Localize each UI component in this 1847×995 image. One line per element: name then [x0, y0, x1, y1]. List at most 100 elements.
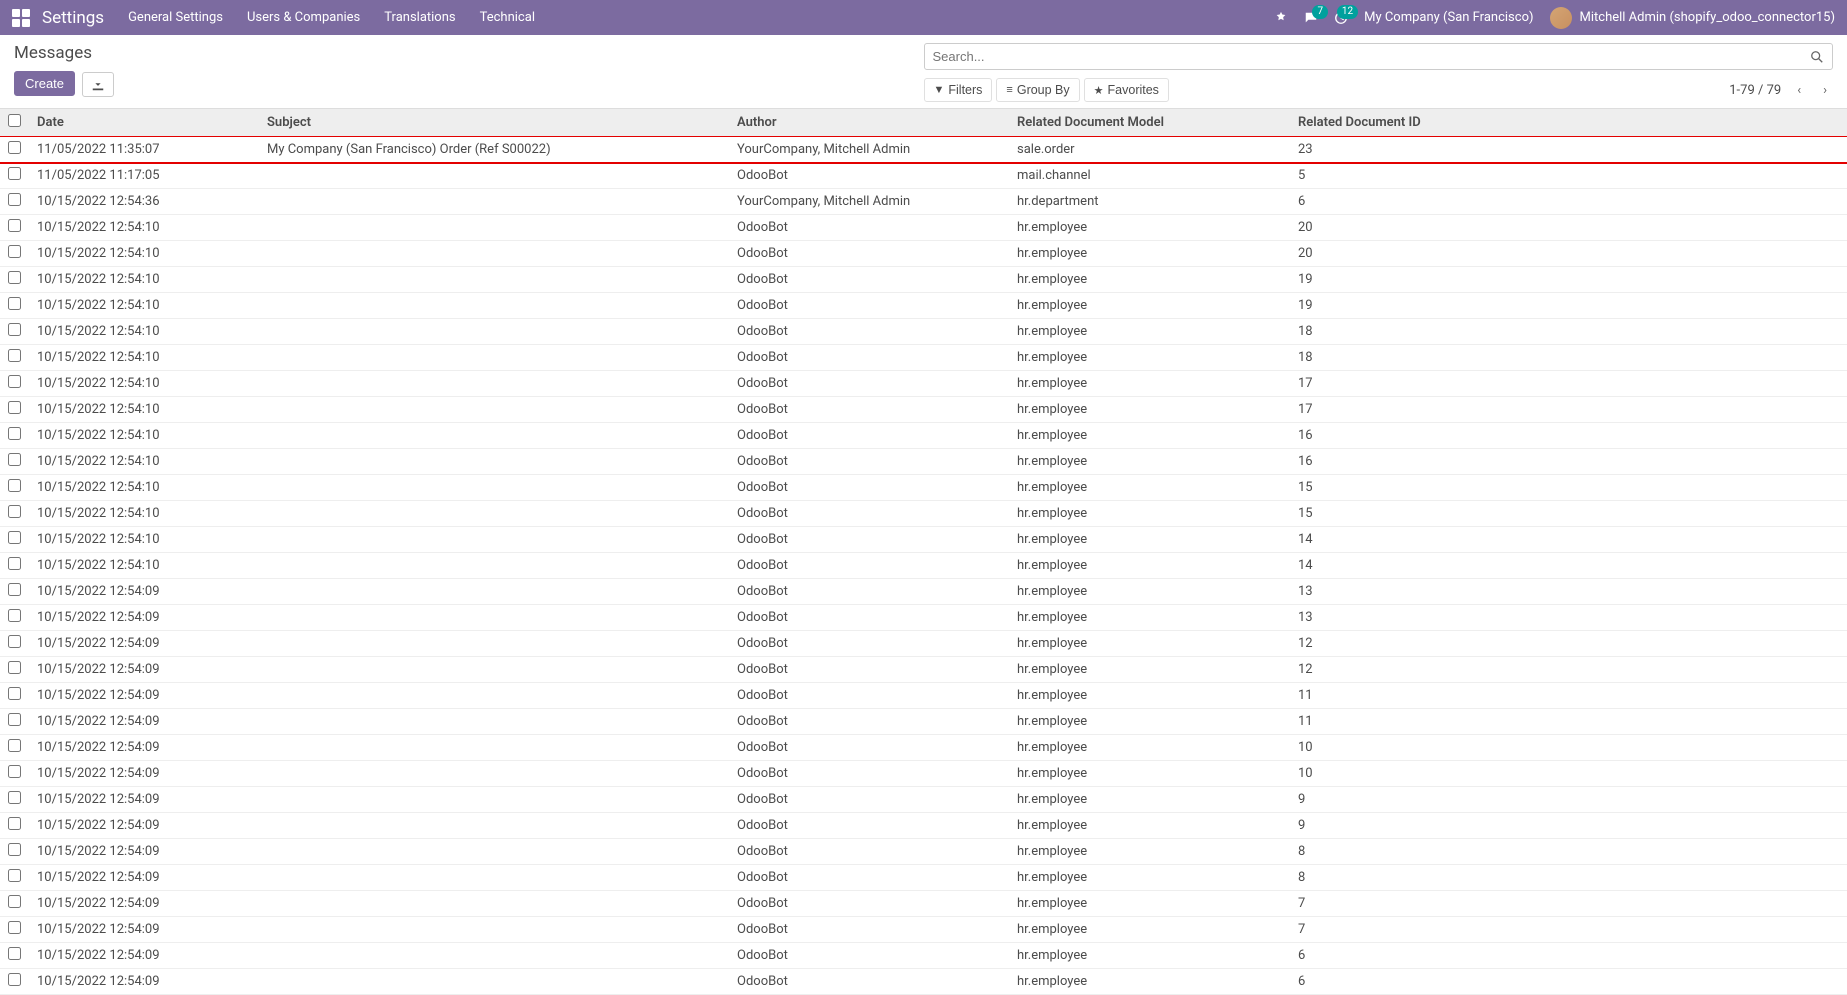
filters-toggle[interactable]: ▼Filters	[924, 78, 993, 102]
table-row[interactable]: 10/15/2022 12:54:09OdooBothr.employee6	[0, 943, 1847, 969]
header-model[interactable]: Related Document Model	[1009, 109, 1290, 137]
header-date[interactable]: Date	[29, 109, 259, 137]
cell-author: OdooBot	[729, 241, 1009, 267]
row-checkbox[interactable]	[8, 635, 21, 648]
groupby-toggle[interactable]: ≡Group By	[996, 78, 1079, 102]
row-checkbox[interactable]	[8, 141, 21, 154]
row-checkbox[interactable]	[8, 739, 21, 752]
table-row[interactable]: 10/15/2022 12:54:10OdooBothr.employee15	[0, 501, 1847, 527]
messages-icon[interactable]: 7	[1304, 11, 1318, 25]
cell-subject	[259, 397, 729, 423]
row-checkbox[interactable]	[8, 843, 21, 856]
table-row[interactable]: 10/15/2022 12:54:10OdooBothr.employee19	[0, 267, 1847, 293]
row-checkbox[interactable]	[8, 401, 21, 414]
table-row[interactable]: 11/05/2022 11:35:07My Company (San Franc…	[0, 137, 1847, 163]
row-checkbox[interactable]	[8, 375, 21, 388]
select-all-checkbox[interactable]	[8, 114, 21, 127]
list-icon: ≡	[1006, 84, 1012, 96]
table-row[interactable]: 10/15/2022 12:54:10OdooBothr.employee17	[0, 397, 1847, 423]
row-checkbox[interactable]	[8, 609, 21, 622]
row-checkbox[interactable]	[8, 245, 21, 258]
pager-next[interactable]: ›	[1817, 81, 1833, 100]
row-checkbox[interactable]	[8, 973, 21, 986]
table-row[interactable]: 10/15/2022 12:54:10OdooBothr.employee19	[0, 293, 1847, 319]
table-row[interactable]: 11/05/2022 11:17:05OdooBotmail.channel5	[0, 163, 1847, 189]
header-subject[interactable]: Subject	[259, 109, 729, 137]
row-checkbox[interactable]	[8, 297, 21, 310]
table-row[interactable]: 10/15/2022 12:54:10OdooBothr.employee20	[0, 241, 1847, 267]
apps-icon[interactable]	[12, 9, 30, 27]
nav-technical[interactable]: Technical	[480, 10, 535, 25]
row-checkbox[interactable]	[8, 817, 21, 830]
table-row[interactable]: 10/15/2022 12:54:09OdooBothr.employee6	[0, 969, 1847, 995]
header-id[interactable]: Related Document ID	[1290, 109, 1847, 137]
table-row[interactable]: 10/15/2022 12:54:09OdooBothr.employee9	[0, 787, 1847, 813]
table-row[interactable]: 10/15/2022 12:54:36YourCompany, Mitchell…	[0, 189, 1847, 215]
row-checkbox[interactable]	[8, 427, 21, 440]
table-row[interactable]: 10/15/2022 12:54:09OdooBothr.employee10	[0, 761, 1847, 787]
row-checkbox[interactable]	[8, 661, 21, 674]
row-checkbox[interactable]	[8, 765, 21, 778]
row-checkbox[interactable]	[8, 531, 21, 544]
row-checkbox[interactable]	[8, 791, 21, 804]
table-row[interactable]: 10/15/2022 12:54:09OdooBothr.employee10	[0, 735, 1847, 761]
row-checkbox[interactable]	[8, 687, 21, 700]
row-checkbox[interactable]	[8, 505, 21, 518]
favorites-toggle[interactable]: ★Favorites	[1084, 78, 1169, 102]
row-checkbox[interactable]	[8, 453, 21, 466]
table-row[interactable]: 10/15/2022 12:54:09OdooBothr.employee11	[0, 709, 1847, 735]
debug-icon[interactable]	[1274, 11, 1288, 25]
nav-general-settings[interactable]: General Settings	[128, 10, 223, 25]
table-row[interactable]: 10/15/2022 12:54:09OdooBothr.employee9	[0, 813, 1847, 839]
row-checkbox[interactable]	[8, 479, 21, 492]
row-checkbox[interactable]	[8, 349, 21, 362]
row-checkbox[interactable]	[8, 219, 21, 232]
export-button[interactable]	[82, 72, 114, 97]
table-row[interactable]: 10/15/2022 12:54:10OdooBothr.employee20	[0, 215, 1847, 241]
table-row[interactable]: 10/15/2022 12:54:09OdooBothr.employee13	[0, 579, 1847, 605]
table-row[interactable]: 10/15/2022 12:54:09OdooBothr.employee7	[0, 917, 1847, 943]
row-checkbox[interactable]	[8, 323, 21, 336]
nav-users-companies[interactable]: Users & Companies	[247, 10, 360, 25]
table-row[interactable]: 10/15/2022 12:54:10OdooBothr.employee14	[0, 527, 1847, 553]
pager-count[interactable]: 1-79 / 79	[1729, 83, 1781, 98]
table-row[interactable]: 10/15/2022 12:54:10OdooBothr.employee16	[0, 423, 1847, 449]
row-checkbox[interactable]	[8, 193, 21, 206]
row-checkbox[interactable]	[8, 557, 21, 570]
table-row[interactable]: 10/15/2022 12:54:09OdooBothr.employee8	[0, 839, 1847, 865]
row-checkbox[interactable]	[8, 167, 21, 180]
table-row[interactable]: 10/15/2022 12:54:10OdooBothr.employee16	[0, 449, 1847, 475]
search-input[interactable]	[925, 44, 1803, 69]
create-button[interactable]: Create	[14, 71, 75, 96]
row-checkbox[interactable]	[8, 895, 21, 908]
cell-subject	[259, 891, 729, 917]
header-author[interactable]: Author	[729, 109, 1009, 137]
app-brand[interactable]: Settings	[42, 8, 104, 28]
activities-icon[interactable]: 12	[1334, 11, 1348, 25]
table-row[interactable]: 10/15/2022 12:54:09OdooBothr.employee7	[0, 891, 1847, 917]
table-row[interactable]: 10/15/2022 12:54:10OdooBothr.employee18	[0, 319, 1847, 345]
row-checkbox[interactable]	[8, 713, 21, 726]
search-icon[interactable]	[1802, 45, 1832, 68]
table-row[interactable]: 10/15/2022 12:54:09OdooBothr.employee11	[0, 683, 1847, 709]
table-row[interactable]: 10/15/2022 12:54:09OdooBothr.employee12	[0, 631, 1847, 657]
nav-translations[interactable]: Translations	[384, 10, 455, 25]
user-menu[interactable]: Mitchell Admin (shopify_odoo_connector15…	[1550, 7, 1835, 29]
row-checkbox[interactable]	[8, 271, 21, 284]
pager-prev[interactable]: ‹	[1791, 81, 1807, 100]
table-row[interactable]: 10/15/2022 12:54:10OdooBothr.employee18	[0, 345, 1847, 371]
row-checkbox[interactable]	[8, 921, 21, 934]
funnel-icon: ▼	[934, 84, 945, 96]
company-switcher[interactable]: My Company (San Francisco)	[1364, 10, 1533, 25]
table-row[interactable]: 10/15/2022 12:54:10OdooBothr.employee14	[0, 553, 1847, 579]
table-row[interactable]: 10/15/2022 12:54:10OdooBothr.employee15	[0, 475, 1847, 501]
table-row[interactable]: 10/15/2022 12:54:10OdooBothr.employee17	[0, 371, 1847, 397]
cell-author: OdooBot	[729, 735, 1009, 761]
row-checkbox[interactable]	[8, 947, 21, 960]
row-checkbox[interactable]	[8, 869, 21, 882]
row-checkbox[interactable]	[8, 583, 21, 596]
table-row[interactable]: 10/15/2022 12:54:09OdooBothr.employee12	[0, 657, 1847, 683]
table-row[interactable]: 10/15/2022 12:54:09OdooBothr.employee8	[0, 865, 1847, 891]
table-row[interactable]: 10/15/2022 12:54:09OdooBothr.employee13	[0, 605, 1847, 631]
cell-author: OdooBot	[729, 579, 1009, 605]
